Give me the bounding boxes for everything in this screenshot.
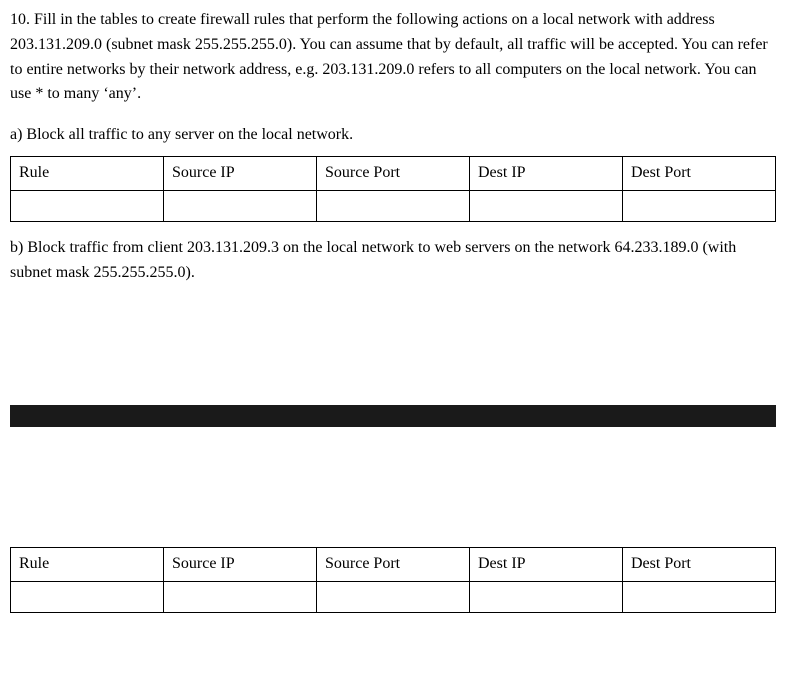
page-separator-band (10, 405, 776, 427)
table-row (11, 190, 776, 221)
col-source-port: Source Port (317, 156, 470, 190)
part-b-label: b) Block traffic from client 203.131.209… (10, 236, 776, 286)
col-dest-port: Dest Port (623, 156, 776, 190)
col-rule: Rule (11, 548, 164, 582)
col-source-ip: Source IP (164, 156, 317, 190)
question-intro: 10. Fill in the tables to create firewal… (10, 8, 776, 107)
cell-rule[interactable] (11, 582, 164, 613)
col-rule: Rule (11, 156, 164, 190)
cell-source-ip[interactable] (164, 582, 317, 613)
cell-dest-ip[interactable] (470, 582, 623, 613)
cell-dest-ip[interactable] (470, 190, 623, 221)
cell-dest-port[interactable] (623, 190, 776, 221)
cell-rule[interactable] (11, 190, 164, 221)
table-row (11, 582, 776, 613)
cell-dest-port[interactable] (623, 582, 776, 613)
firewall-table-a: Rule Source IP Source Port Dest IP Dest … (10, 156, 776, 222)
col-source-ip: Source IP (164, 548, 317, 582)
firewall-table-b: Rule Source IP Source Port Dest IP Dest … (10, 547, 776, 613)
col-source-port: Source Port (317, 548, 470, 582)
col-dest-ip: Dest IP (470, 548, 623, 582)
part-a-label: a) Block all traffic to any server on th… (10, 123, 776, 148)
cell-source-port[interactable] (317, 190, 470, 221)
table-header-row: Rule Source IP Source Port Dest IP Dest … (11, 548, 776, 582)
col-dest-ip: Dest IP (470, 156, 623, 190)
cell-source-ip[interactable] (164, 190, 317, 221)
cell-source-port[interactable] (317, 582, 470, 613)
table-header-row: Rule Source IP Source Port Dest IP Dest … (11, 156, 776, 190)
col-dest-port: Dest Port (623, 548, 776, 582)
